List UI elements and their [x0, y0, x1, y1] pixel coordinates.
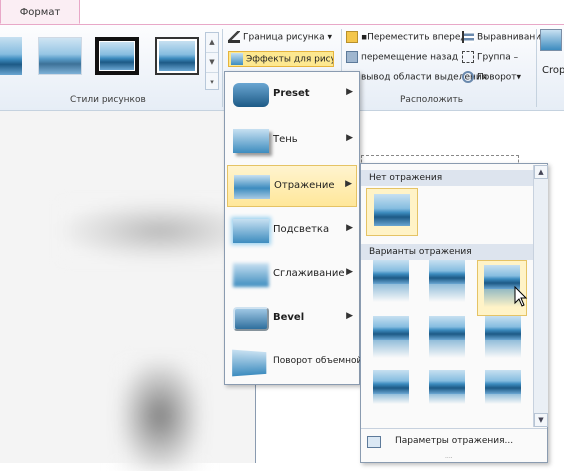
- reflection-option[interactable]: [429, 316, 465, 360]
- effects-menu: Preset ▶ Тень ▶ Отражение ▶ Подсветка ▶ …: [224, 71, 402, 385]
- options-link-label: Параметры отражения...: [395, 436, 514, 446]
- picture-style-3[interactable]: [95, 37, 139, 75]
- menu-label: Тень: [273, 134, 298, 145]
- menu-label: Сглаживание: [273, 268, 345, 279]
- menu-item-bevel[interactable]: Bevel ▶: [227, 298, 357, 340]
- monitor-icon: [367, 436, 381, 448]
- reflection-option[interactable]: [373, 370, 409, 414]
- border-button[interactable]: Граница рисунка ▾: [228, 31, 332, 43]
- group-button[interactable]: Группа –: [462, 51, 518, 63]
- menu-label: Bevel: [273, 312, 305, 323]
- crop-label: Crop: [542, 65, 564, 76]
- reflection-icon: [234, 175, 270, 199]
- reflection-option[interactable]: [429, 260, 465, 304]
- picture-styles-label: Стили рисунков: [70, 95, 146, 105]
- pen-icon: [228, 31, 240, 43]
- send-backward-icon: [346, 51, 358, 63]
- chevron-right-icon: ▶: [346, 311, 353, 321]
- reflection-option[interactable]: [429, 370, 465, 414]
- panel-scrollbar[interactable]: ▲ ▼: [533, 165, 548, 427]
- chevron-right-icon: ▶: [346, 223, 353, 233]
- soft-edges-icon: [233, 263, 269, 287]
- menu-item-soft-edges[interactable]: Сглаживание ▶: [227, 254, 357, 296]
- menu-item-3d-rotation[interactable]: Поворот объемной фигуры: [227, 342, 402, 384]
- menu-item-preset[interactable]: Preset ▶: [227, 74, 357, 116]
- rotation-icon: [232, 349, 267, 377]
- gallery-scroll[interactable]: ▲ ▼ ▾: [205, 32, 219, 90]
- reflection-option[interactable]: [373, 316, 409, 360]
- bevel-icon: [233, 307, 269, 331]
- reflection-option[interactable]: [485, 370, 521, 414]
- align-icon: [462, 31, 474, 43]
- separator: [222, 29, 223, 107]
- separator: [536, 29, 537, 107]
- menu-item-reflection[interactable]: Отражение ▶: [227, 165, 357, 207]
- chevron-right-icon: ▶: [346, 133, 353, 143]
- more-icon[interactable]: ▾: [206, 73, 218, 92]
- menu-label: Preset: [273, 88, 310, 99]
- variants-header: Варианты отражения: [361, 244, 533, 260]
- picture-style-1[interactable]: [0, 37, 22, 75]
- glow-icon: [233, 219, 269, 243]
- scroll-up-icon[interactable]: ▲: [206, 33, 218, 53]
- menu-label: Подсветка: [273, 224, 330, 235]
- bring-forward-label: Переместить вперед: [367, 32, 467, 43]
- arrange-label: Расположить: [400, 95, 464, 105]
- crop-icon: [540, 29, 562, 51]
- rotate-button[interactable]: Поворот▾: [462, 71, 521, 83]
- bring-forward-icon: [346, 31, 358, 43]
- reflection-option[interactable]: [485, 316, 521, 360]
- reflection-option[interactable]: [373, 260, 409, 304]
- effects-label: Эффекты для рисунка: [246, 54, 333, 65]
- picture-style-2[interactable]: [38, 37, 82, 75]
- rotate-icon: [462, 71, 474, 83]
- picture-shadow: [120, 361, 200, 471]
- panel-divider: [361, 428, 547, 429]
- scroll-down-icon[interactable]: ▼: [206, 53, 218, 73]
- reflection-option-none[interactable]: [366, 188, 418, 236]
- chevron-right-icon: ▶: [346, 267, 353, 277]
- cursor-icon: [514, 286, 528, 307]
- rotate-label: Поворот: [477, 72, 517, 83]
- effects-icon: [231, 53, 243, 65]
- tab-bar: Формат: [0, 0, 564, 25]
- preset-icon: [233, 83, 269, 107]
- effects-button[interactable]: Эффекты для рисунка: [228, 51, 334, 67]
- bring-forward-button[interactable]: ▪Переместить вперед: [346, 31, 467, 43]
- reflection-options-link[interactable]: Параметры отражения...: [367, 434, 537, 452]
- menu-item-glow[interactable]: Подсветка ▶: [227, 210, 357, 252]
- group-icon: [462, 51, 474, 63]
- send-backward-button[interactable]: перемещение назад: [346, 51, 458, 63]
- shadow-icon: [233, 129, 269, 153]
- group-label: Группа: [477, 52, 511, 63]
- resize-grip[interactable]: ····: [445, 456, 465, 462]
- menu-label: Отражение: [274, 180, 335, 191]
- reflection-panel: Нет отражения Варианты отражения ▲ ▼ Пар…: [360, 163, 548, 463]
- picture-styles-gallery: ▲ ▼ ▾: [0, 29, 220, 101]
- no-reflection-header: Нет отражения: [361, 170, 533, 186]
- align-button[interactable]: Выравнивание: [462, 31, 547, 43]
- border-label: Граница рисунка: [243, 32, 325, 43]
- chevron-right-icon: ▶: [346, 87, 353, 97]
- picture-style-4[interactable]: [155, 37, 199, 75]
- menu-item-shadow[interactable]: Тень ▶: [227, 120, 357, 162]
- scroll-down-icon[interactable]: ▼: [534, 413, 548, 427]
- scroll-up-icon[interactable]: ▲: [534, 165, 548, 179]
- crop-button[interactable]: Crop: [540, 29, 564, 89]
- chevron-right-icon: ▶: [345, 179, 352, 189]
- tab-format[interactable]: Формат: [0, 0, 80, 24]
- send-backward-label: перемещение назад: [361, 52, 459, 63]
